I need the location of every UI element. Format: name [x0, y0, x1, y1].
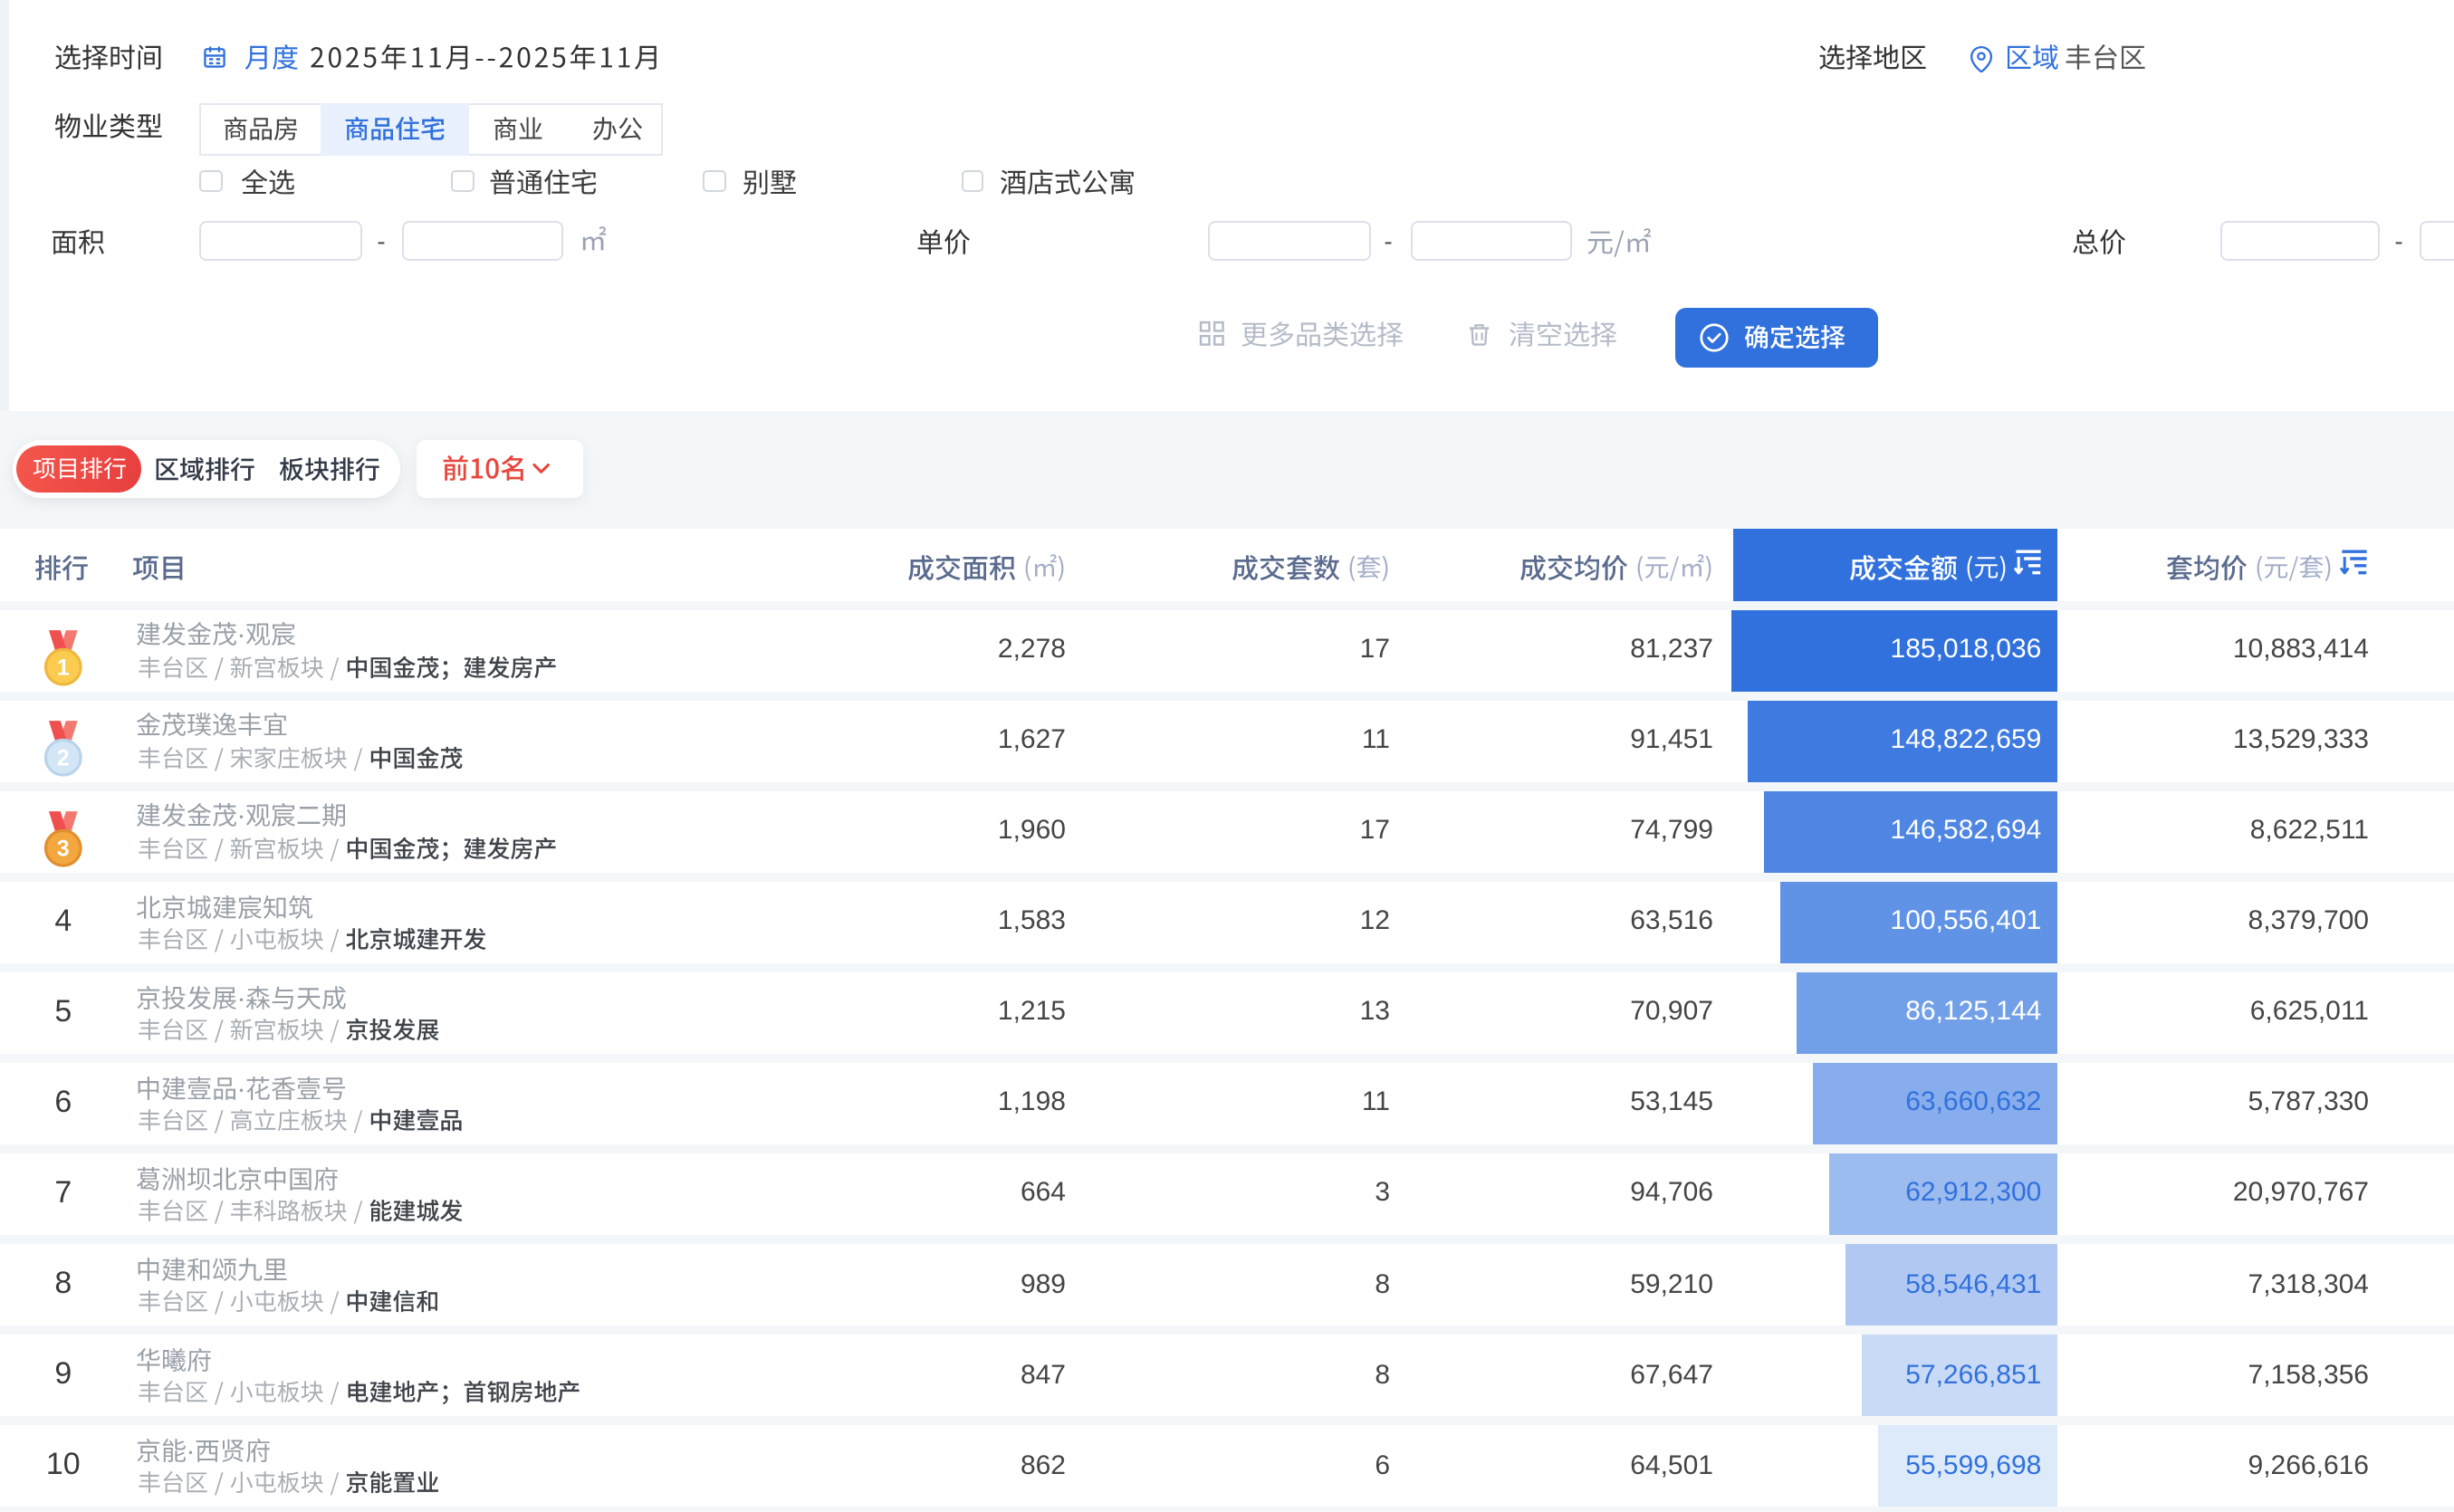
svg-text:3: 3: [57, 837, 70, 862]
svg-text:1: 1: [57, 656, 70, 681]
svg-text:2: 2: [57, 747, 70, 771]
